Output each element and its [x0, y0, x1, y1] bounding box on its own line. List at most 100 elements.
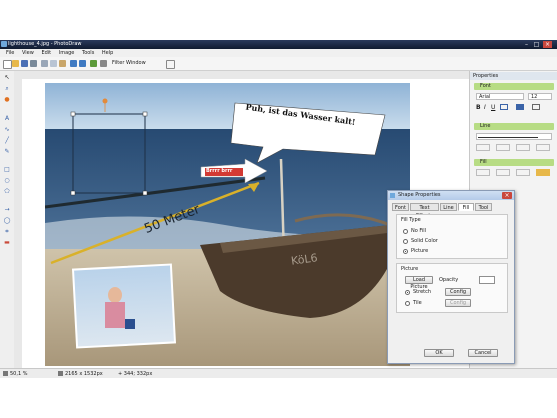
opacity-label: Opacity	[439, 277, 459, 283]
fill-type-group: Fill Type No Fill Solid Color Picture	[396, 214, 508, 259]
fill-type-icon[interactable]	[476, 169, 490, 176]
stretch-radio[interactable]	[405, 290, 410, 295]
bold-icon[interactable]: B	[476, 104, 481, 111]
cut-icon[interactable]	[41, 60, 48, 67]
bubble-tool-icon[interactable]: ◯	[3, 217, 11, 224]
selection-handle	[70, 190, 76, 196]
freehand-icon[interactable]: ∿	[3, 126, 11, 133]
arrow-tool-icon[interactable]: →	[3, 206, 11, 213]
ellipse-tool-icon[interactable]: ○	[3, 177, 11, 184]
size-status-icon	[58, 371, 63, 376]
print-icon[interactable]	[30, 60, 37, 67]
pointer-tool-icon[interactable]: ↖	[3, 74, 11, 81]
fill-type-label: Fill Type	[401, 217, 421, 223]
crop-tool-icon[interactable]: ⌗	[3, 228, 11, 235]
tab-text-effects[interactable]: Text Effects	[410, 203, 439, 219]
dialog-icon	[390, 193, 395, 198]
fill-opacity-icon[interactable]	[516, 169, 530, 176]
line-cap-icon[interactable]	[516, 144, 530, 151]
align-icon[interactable]	[500, 104, 508, 110]
open-folder-icon[interactable]	[12, 60, 19, 67]
minimize-icon[interactable]: –	[522, 41, 531, 48]
font-size-select[interactable]: 12	[528, 93, 552, 100]
brush-icon[interactable]: ✎	[3, 148, 11, 155]
no-fill-label: No Fill	[411, 228, 427, 234]
rotate-icon[interactable]	[90, 60, 97, 67]
spacing-icon[interactable]	[532, 104, 540, 110]
ok-button[interactable]: OK	[424, 349, 454, 357]
coordinates-status: + 344; 332px	[118, 371, 153, 377]
rectangle-tool-icon[interactable]: □	[3, 166, 11, 173]
eraser-tool-icon[interactable]: ▬	[3, 239, 11, 246]
no-fill-radio[interactable]	[403, 229, 408, 234]
line-width-icon[interactable]	[476, 144, 490, 151]
arrow-label[interactable]: Brrrr brrr	[206, 168, 232, 174]
underline-icon[interactable]: U	[491, 104, 495, 111]
solid-color-label: Solid Color	[411, 238, 438, 244]
new-file-icon[interactable]	[3, 60, 12, 69]
tile-label: Tile	[413, 300, 422, 306]
menu-tools[interactable]: Tools	[82, 49, 94, 57]
tab-fill[interactable]: Fill	[458, 203, 474, 211]
tool-palette: ↖ ⌕ ● A ∿ ╱ ✎ □ ○ ⬠ → ◯ ⌗ ▬	[0, 71, 15, 368]
close-icon[interactable]: ×	[543, 41, 552, 48]
fill-picture-icon[interactable]	[536, 169, 550, 176]
italic-icon[interactable]: I	[484, 104, 486, 111]
polygon-tool-icon[interactable]: ⬠	[3, 188, 11, 195]
stretch-config-button[interactable]: Config	[445, 288, 471, 296]
title-bar: lighthouse_4.jpg - PhotoDraw – □ ×	[0, 40, 557, 49]
properties-title: Properties	[470, 72, 557, 80]
zoom-tool-icon[interactable]: ⌕	[3, 85, 11, 92]
maximize-icon[interactable]: □	[532, 41, 541, 48]
dialog-title[interactable]: Shape Properties	[388, 191, 514, 200]
zoom-icon[interactable]	[166, 60, 175, 69]
beach-photo[interactable]: Puh, ist das Wasser kalt! Brrrr brrr 50 …	[45, 83, 410, 366]
tab-line[interactable]: Line	[440, 203, 457, 211]
menu-edit[interactable]: Edit	[41, 49, 51, 57]
fill-group-header[interactable]: Fill	[474, 159, 554, 166]
line-style-preview	[478, 137, 538, 138]
image-size-status: 2165 x 1532px	[65, 371, 103, 377]
paste-icon[interactable]	[59, 60, 66, 67]
fill-pattern-icon[interactable]	[496, 169, 510, 176]
menu-view[interactable]: View	[22, 49, 34, 57]
redo-icon[interactable]	[79, 60, 86, 67]
line-dash-icon[interactable]	[496, 144, 510, 151]
menu-file[interactable]: File	[6, 49, 14, 57]
text-color-icon[interactable]	[516, 104, 524, 110]
toolbar: Filter Window	[0, 57, 557, 71]
selection-handle	[70, 111, 76, 117]
tab-tool[interactable]: Tool	[475, 203, 492, 211]
picture-group: Picture Load Picture Opacity Stretch Con…	[396, 263, 508, 313]
solid-color-radio[interactable]	[403, 239, 408, 244]
menu-help[interactable]: Help	[102, 49, 113, 57]
undo-icon[interactable]	[70, 60, 77, 67]
window-title: lighthouse_4.jpg - PhotoDraw	[8, 41, 82, 47]
picture-fill-label: Picture	[411, 248, 429, 254]
line-tool-icon[interactable]: ╱	[3, 137, 11, 144]
picture-radio[interactable]	[403, 249, 408, 254]
line-group-header[interactable]: Line	[474, 123, 554, 130]
menu-image[interactable]: Image	[59, 49, 75, 57]
filter-window-button[interactable]: Filter Window	[112, 60, 146, 67]
font-group-header[interactable]: Font	[474, 83, 554, 90]
tile-config-button[interactable]: Config	[445, 299, 471, 307]
tile-radio[interactable]	[405, 301, 410, 306]
tab-font[interactable]: Font	[392, 203, 409, 211]
save-icon[interactable]	[21, 60, 28, 67]
copy-icon[interactable]	[50, 60, 57, 67]
top-margin	[0, 0, 557, 40]
zoom-status-icon	[3, 371, 8, 376]
line-color-icon[interactable]	[536, 144, 550, 151]
text-tool-icon[interactable]: A	[3, 115, 11, 122]
opacity-dropdown[interactable]	[479, 276, 495, 284]
load-picture-button[interactable]: Load Picture	[405, 276, 433, 290]
font-name-select[interactable]: Arial	[476, 93, 524, 100]
picture-label: Picture	[401, 266, 419, 272]
cancel-button[interactable]: Cancel	[468, 349, 498, 357]
child-bucket	[125, 319, 135, 329]
filter-icon[interactable]	[100, 60, 107, 67]
selection-handle	[142, 190, 148, 196]
dialog-close-icon[interactable]: ×	[502, 192, 512, 199]
color-picker-icon[interactable]: ●	[3, 96, 11, 103]
